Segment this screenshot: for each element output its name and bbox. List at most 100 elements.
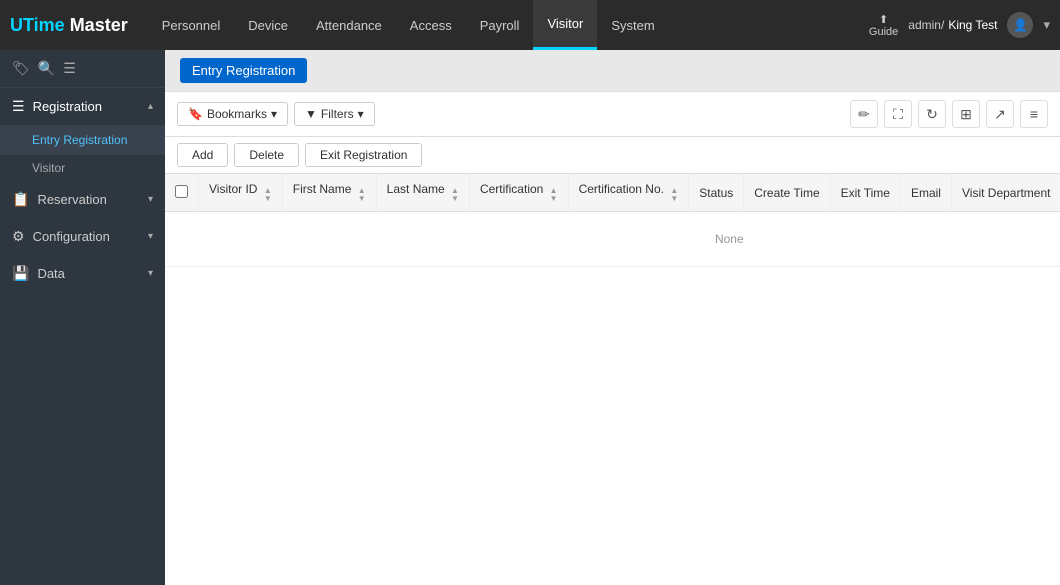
col-create-time[interactable]: Create Time xyxy=(744,174,830,212)
col-exit-time[interactable]: Exit Time xyxy=(830,174,900,212)
export-icon-button[interactable]: ↗ xyxy=(986,100,1014,128)
col-certification-no[interactable]: Certification No. ▲▼ xyxy=(568,174,689,212)
registration-chevron-icon: ▴ xyxy=(148,101,153,112)
status-label: Status xyxy=(699,186,733,200)
reservation-chevron-icon: ▾ xyxy=(148,194,153,205)
refresh-icon-button[interactable]: ↻ xyxy=(918,100,946,128)
user-avatar[interactable]: 👤 xyxy=(1007,12,1033,38)
export-icon: ↗ xyxy=(994,106,1006,123)
filters-button[interactable]: ▼ Filters ▾ xyxy=(294,102,375,126)
exit-registration-button[interactable]: Exit Registration xyxy=(305,143,422,167)
certification-label: Certification xyxy=(480,182,543,196)
col-status[interactable]: Status xyxy=(689,174,744,212)
first-name-label: First Name xyxy=(293,182,352,196)
table-container: Visitor ID ▲▼ First Name ▲▼ Last Name ▲▼ xyxy=(165,174,1060,585)
visitor-table: Visitor ID ▲▼ First Name ▲▼ Last Name ▲▼ xyxy=(165,174,1060,267)
user-icon: 👤 xyxy=(1013,18,1028,32)
email-label: Email xyxy=(911,186,941,200)
page-header: Entry Registration xyxy=(165,50,1060,92)
nav-item-system[interactable]: System xyxy=(597,0,668,50)
sidebar: 🏷 🔍 ☰ ☰ Registration ▴ Entry Registratio… xyxy=(0,50,165,585)
logo-u: U xyxy=(10,15,23,35)
top-navigation: UTime Master Personnel Device Attendance… xyxy=(0,0,1060,50)
data-chevron-icon: ▾ xyxy=(148,268,153,279)
sidebar-section-registration-header[interactable]: ☰ Registration ▴ xyxy=(0,88,165,125)
data-label: Data xyxy=(37,266,64,281)
sidebar-item-entry-registration[interactable]: Entry Registration xyxy=(0,125,165,155)
logo-time: Time xyxy=(23,15,70,35)
checkbox-header[interactable] xyxy=(165,174,199,212)
expand-icon-button[interactable]: ⛶ xyxy=(884,100,912,128)
nav-right: ⬆ Guide admin/King Test 👤 ▾ xyxy=(869,12,1050,38)
sidebar-section-data-header[interactable]: 💾 Data ▾ xyxy=(0,255,165,292)
sidebar-section-reservation-header[interactable]: 📋 Reservation ▾ xyxy=(0,181,165,218)
search-icon[interactable]: 🔍 xyxy=(38,60,55,77)
last-name-sort-icons: ▲▼ xyxy=(451,187,459,203)
visitor-id-label: Visitor ID xyxy=(209,182,257,196)
expand-icon: ⛶ xyxy=(893,106,903,123)
bookmarks-button[interactable]: 🔖 Bookmarks ▾ xyxy=(177,102,288,126)
sidebar-section-configuration: ⚙ Configuration ▾ xyxy=(0,218,165,255)
user-info: admin/King Test xyxy=(908,18,997,32)
sidebar-data-left: 💾 Data xyxy=(12,265,65,282)
empty-row: None xyxy=(165,212,1060,267)
nav-item-attendance[interactable]: Attendance xyxy=(302,0,396,50)
nav-item-access[interactable]: Access xyxy=(396,0,466,50)
nav-item-visitor[interactable]: Visitor xyxy=(533,0,597,50)
filters-label: Filters xyxy=(321,107,354,121)
delete-button[interactable]: Delete xyxy=(234,143,299,167)
sidebar-section-left: ☰ Registration xyxy=(12,98,102,115)
visit-department-label: Visit Department xyxy=(962,186,1050,200)
columns-icon: ⊞ xyxy=(960,106,972,123)
main-layout: 🏷 🔍 ☰ ☰ Registration ▴ Entry Registratio… xyxy=(0,50,1060,585)
settings-icon: ≡ xyxy=(1030,106,1038,122)
certification-no-sort-icons: ▲▼ xyxy=(670,187,678,203)
nav-item-personnel[interactable]: Personnel xyxy=(148,0,235,50)
col-visitor-id[interactable]: Visitor ID ▲▼ xyxy=(199,174,283,212)
registration-label: Registration xyxy=(33,99,102,114)
filter-icon: ▼ xyxy=(305,107,317,121)
app-logo: UTime Master xyxy=(10,15,128,36)
logo-master: Master xyxy=(70,15,128,35)
configuration-label: Configuration xyxy=(33,229,110,244)
col-email[interactable]: Email xyxy=(900,174,951,212)
col-certification[interactable]: Certification ▲▼ xyxy=(469,174,568,212)
sidebar-section-data: 💾 Data ▾ xyxy=(0,255,165,292)
list-icon[interactable]: ☰ xyxy=(63,60,76,77)
certification-sort-icons: ▲▼ xyxy=(550,187,558,203)
visitor-id-sort-icons: ▲▼ xyxy=(264,187,272,203)
tag-icon[interactable]: 🏷 xyxy=(12,60,30,77)
chevron-down-icon[interactable]: ▾ xyxy=(1043,17,1050,33)
filters-chevron-icon: ▾ xyxy=(358,107,364,121)
sidebar-header: 🏷 🔍 ☰ xyxy=(0,50,165,88)
col-first-name[interactable]: First Name ▲▼ xyxy=(282,174,376,212)
edit-icon-button[interactable]: ✏ xyxy=(850,100,878,128)
first-name-sort-icons: ▲▼ xyxy=(358,187,366,203)
sidebar-res-left: 📋 Reservation xyxy=(12,191,107,208)
settings-icon-button[interactable]: ≡ xyxy=(1020,100,1048,128)
col-visit-department[interactable]: Visit Department xyxy=(951,174,1060,212)
action-bar: Add Delete Exit Registration xyxy=(165,137,1060,174)
configuration-chevron-icon: ▾ xyxy=(148,231,153,242)
col-last-name[interactable]: Last Name ▲▼ xyxy=(376,174,469,212)
table-header-row: Visitor ID ▲▼ First Name ▲▼ Last Name ▲▼ xyxy=(165,174,1060,212)
certification-no-label: Certification No. xyxy=(579,182,664,196)
sidebar-section-configuration-header[interactable]: ⚙ Configuration ▾ xyxy=(0,218,165,255)
nav-item-device[interactable]: Device xyxy=(234,0,302,50)
sidebar-icons: 🏷 🔍 ☰ xyxy=(12,60,76,77)
select-all-checkbox[interactable] xyxy=(175,185,188,198)
configuration-section-icon: ⚙ xyxy=(12,228,25,245)
empty-state: None xyxy=(165,212,1060,267)
columns-icon-button[interactable]: ⊞ xyxy=(952,100,980,128)
data-section-icon: 💾 xyxy=(12,265,29,282)
entry-registration-breadcrumb-btn[interactable]: Entry Registration xyxy=(180,58,307,83)
reservation-section-icon: 📋 xyxy=(12,191,29,208)
sidebar-section-reservation: 📋 Reservation ▾ xyxy=(0,181,165,218)
nav-item-payroll[interactable]: Payroll xyxy=(466,0,534,50)
sidebar-item-visitor[interactable]: Visitor xyxy=(0,155,165,181)
user-name: King Test xyxy=(948,18,997,32)
guide-button[interactable]: ⬆ Guide xyxy=(869,13,898,38)
last-name-label: Last Name xyxy=(387,182,445,196)
content-area: Entry Registration 🔖 Bookmarks ▾ ▼ Filte… xyxy=(165,50,1060,585)
add-button[interactable]: Add xyxy=(177,143,228,167)
